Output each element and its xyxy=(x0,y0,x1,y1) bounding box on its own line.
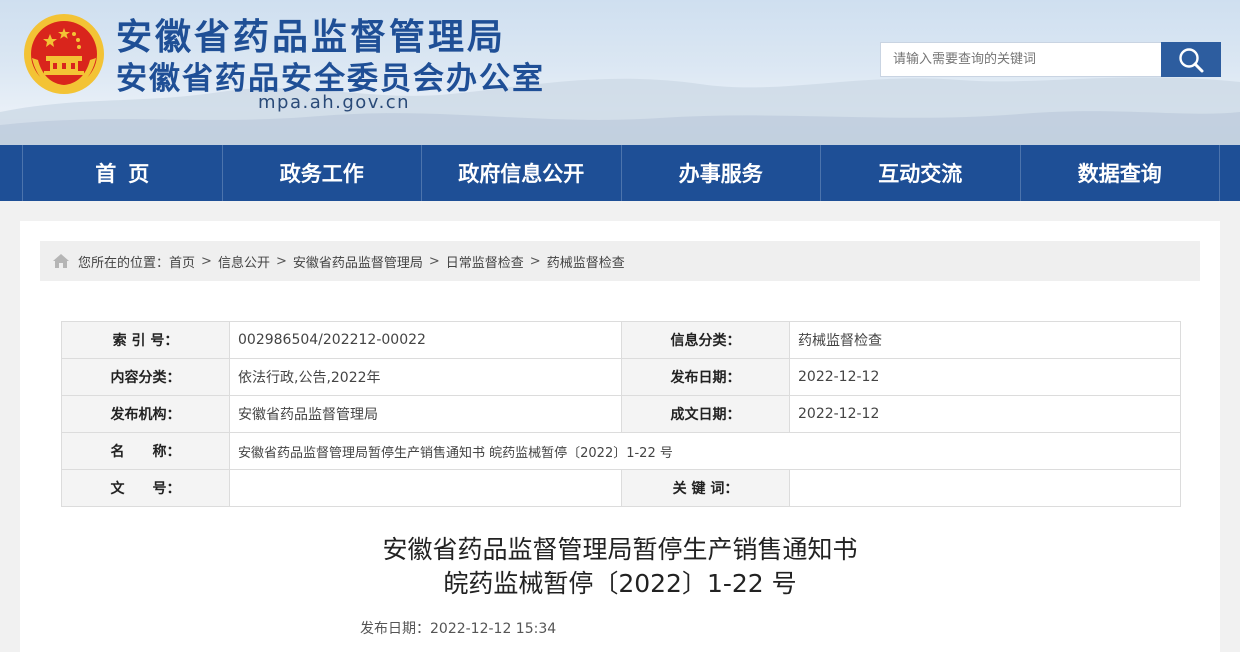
nav-item-label: 互动交流 xyxy=(878,162,963,186)
breadcrumb-separator: > xyxy=(275,253,287,269)
nav-item-label: 政府信息公开 xyxy=(458,162,585,186)
article-publish-date: 发布日期：2022-12-12 15:34 xyxy=(360,618,556,638)
meta-key-name: 名 称： xyxy=(61,432,230,470)
nav-item-services[interactable]: 办事服务 xyxy=(622,145,821,201)
meta-value-written-date: 2022-12-12 xyxy=(789,395,1181,433)
nav-item-label: 政务工作 xyxy=(279,162,364,186)
content-panel: 您所在的位置： 首页 > 信息公开 > 安徽省药品监督管理局 > 日常监督检查 … xyxy=(20,221,1220,652)
publish-date-label: 发布日期： xyxy=(360,621,430,637)
meta-value-index-number: 002986504/202212-00022 xyxy=(229,321,622,359)
search-icon xyxy=(1179,47,1204,72)
meta-key-publisher: 发布机构： xyxy=(61,395,230,433)
meta-key-written-date: 成文日期： xyxy=(621,395,790,433)
nav-item-label: 首页 xyxy=(95,162,162,186)
table-row: 内容分类： 依法行政,公告,2022年 发布日期： 2022-12-12 xyxy=(61,358,1181,396)
breadcrumb-item[interactable]: 首页 xyxy=(169,252,195,271)
meta-value-doc-number xyxy=(229,469,622,507)
national-emblem-icon xyxy=(24,14,104,94)
meta-key-index-number: 索 引 号： xyxy=(61,321,230,359)
meta-value-name: 安徽省药品监督管理局暂停生产销售通知书 皖药监械暂停〔2022〕1-22 号 xyxy=(229,432,1181,470)
table-row: 索 引 号： 002986504/202212-00022 信息分类： 药械监督… xyxy=(61,321,1181,359)
meta-value-info-category: 药械监督检查 xyxy=(789,321,1181,359)
table-row: 名 称： 安徽省药品监督管理局暂停生产销售通知书 皖药监械暂停〔2022〕1-2… xyxy=(61,432,1181,470)
search-input[interactable] xyxy=(880,42,1162,77)
nav-item-info-disclosure[interactable]: 政府信息公开 xyxy=(422,145,622,201)
home-icon xyxy=(52,253,70,269)
nav-item-interaction[interactable]: 互动交流 xyxy=(821,145,1021,201)
breadcrumb-item[interactable]: 信息公开 xyxy=(218,252,270,271)
nav-item-data-query[interactable]: 数据查询 xyxy=(1021,145,1220,201)
publish-date-value: 2022-12-12 15:34 xyxy=(430,621,557,637)
main-nav: 首页 政务工作 政府信息公开 办事服务 互动交流 数据查询 xyxy=(0,145,1240,201)
breadcrumb-separator: > xyxy=(201,253,212,269)
breadcrumb-item[interactable]: 药械监督检查 xyxy=(547,252,625,271)
meta-key-publish-date: 发布日期： xyxy=(621,358,790,396)
breadcrumb: 您所在的位置： 首页 > 信息公开 > 安徽省药品监督管理局 > 日常监督检查 … xyxy=(40,241,1200,281)
breadcrumb-item[interactable]: 日常监督检查 xyxy=(446,252,524,271)
site-domain: mpa.ah.gov.cn xyxy=(258,92,411,113)
article-title-line2: 皖药监械暂停〔2022〕1-22 号 xyxy=(443,569,797,598)
meta-key-content-category: 内容分类： xyxy=(61,358,230,396)
breadcrumb-prefix: 您所在的位置： xyxy=(78,255,170,271)
meta-value-publisher: 安徽省药品监督管理局 xyxy=(229,395,622,433)
table-row: 发布机构： 安徽省药品监督管理局 成文日期： 2022-12-12 xyxy=(61,395,1181,433)
nav-item-label: 数据查询 xyxy=(1077,162,1162,186)
breadcrumb-separator: > xyxy=(428,253,440,269)
nav-item-home[interactable]: 首页 xyxy=(22,145,223,201)
meta-key-info-category: 信息分类： xyxy=(621,321,790,359)
breadcrumb-separator: > xyxy=(529,253,541,269)
nav-item-label: 办事服务 xyxy=(678,162,763,186)
site-header: 安徽省药品监督管理局 安徽省药品安全委员会办公室 mpa.ah.gov.cn xyxy=(0,0,1240,145)
meta-key-keywords: 关 键 词： xyxy=(621,469,790,507)
article-title-line1: 安徽省药品监督管理局暂停生产销售通知书 xyxy=(382,535,858,564)
meta-value-publish-date: 2022-12-12 xyxy=(789,358,1181,396)
meta-value-keywords xyxy=(789,469,1181,507)
search-button[interactable] xyxy=(1161,42,1221,77)
table-row: 文 号： 关 键 词： xyxy=(61,469,1181,507)
breadcrumb-item[interactable]: 安徽省药品监督管理局 xyxy=(293,252,423,271)
meta-value-content-category: 依法行政,公告,2022年 xyxy=(229,358,622,396)
nav-item-government-work[interactable]: 政务工作 xyxy=(223,145,422,201)
meta-key-doc-number: 文 号： xyxy=(61,469,230,507)
document-metadata-table: 索 引 号： 002986504/202212-00022 信息分类： 药械监督… xyxy=(61,321,1181,507)
